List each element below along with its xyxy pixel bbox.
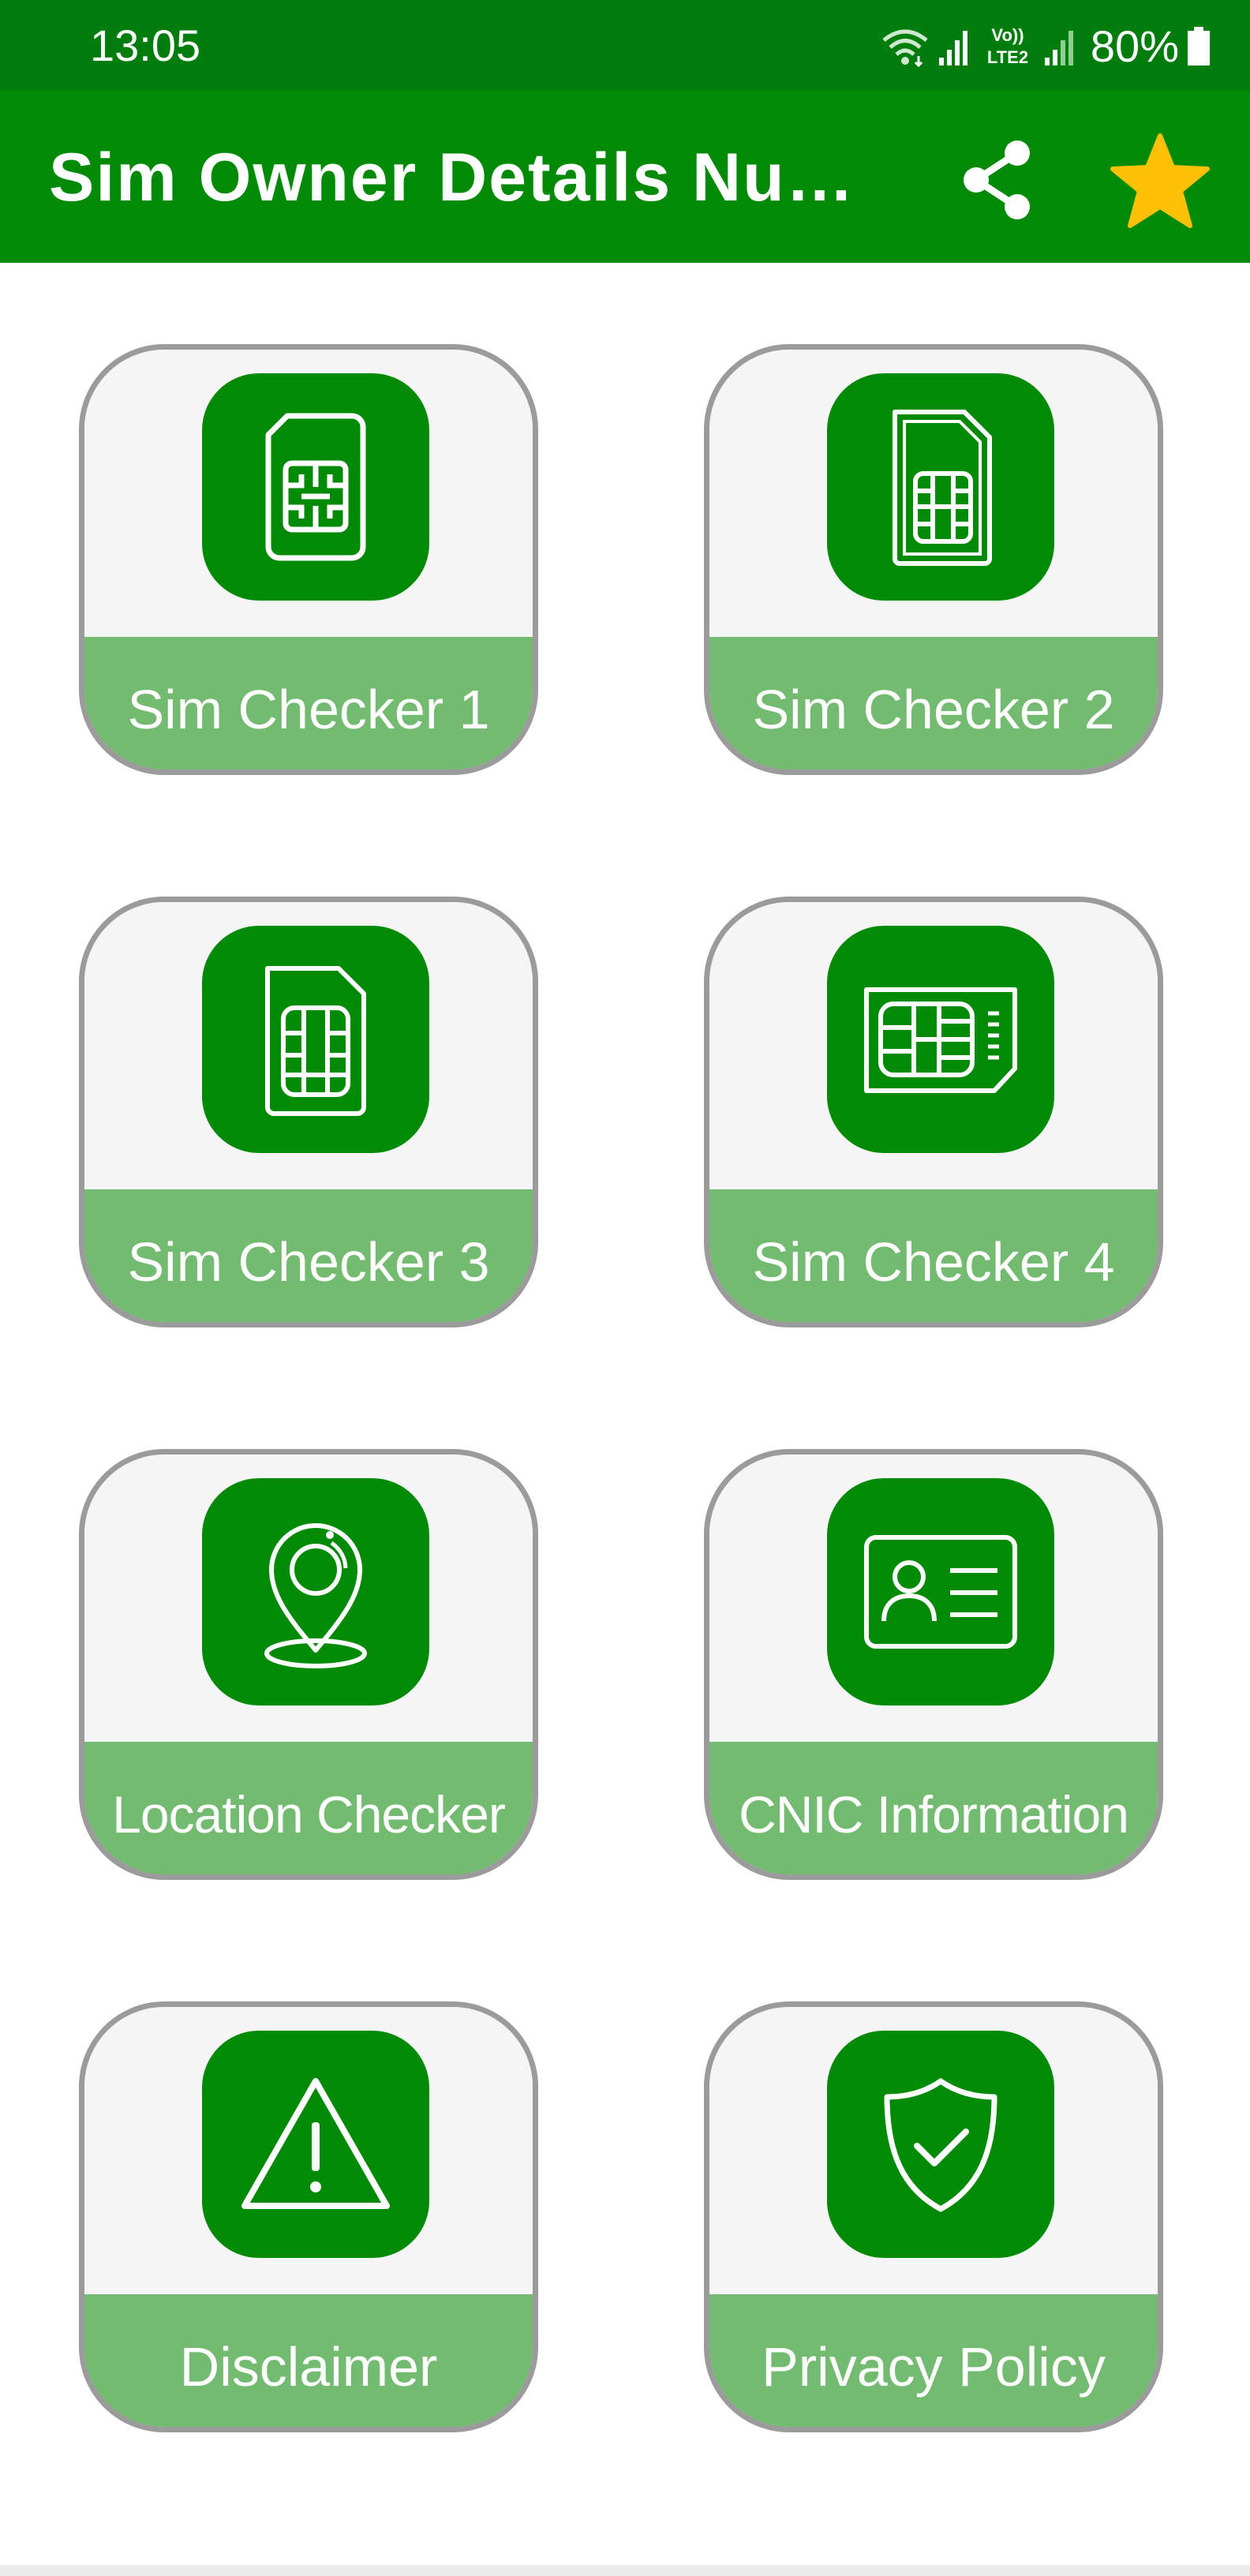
app-title: Sim Owner Details Number Checker [49,140,878,215]
card-label: Sim Checker 1 [127,679,490,740]
card-label: Privacy Policy [762,2336,1106,2398]
battery-icon [1188,27,1210,66]
card-sim-checker-3[interactable]: Sim Checker 3 [79,897,538,1327]
svg-text:Vo)): Vo)) [991,25,1024,45]
svg-text:LTE2: LTE2 [987,47,1028,67]
card-top [84,902,533,1189]
card-label-band: Location Checker [84,1742,533,1874]
id-card-icon [864,1535,1017,1649]
status-icons: Vo)) LTE2 80% [881,19,1211,74]
battery-percent: 80% [1090,21,1179,71]
status-bar: 13:05 Vo)) LTE2 80% [0,0,1250,91]
sim-card-icon [265,413,366,561]
sim-card-icon [864,987,1017,1093]
card-top [709,1455,1158,1742]
icon-tile [827,926,1054,1153]
volte-icon: Vo)) LTE2 [987,25,1028,67]
card-label: Sim Checker 2 [752,679,1115,740]
icon-tile [202,1478,429,1705]
icon-tile [202,926,429,1153]
card-label: Location Checker [112,1785,506,1844]
card-label-band: CNIC Information [709,1742,1158,1874]
app-bar: Sim Owner Details Number Checker [0,91,1250,263]
card-sim-checker-2[interactable]: Sim Checker 2 [704,344,1163,775]
card-top [84,1455,533,1742]
card-label-band: Sim Checker 3 [84,1189,533,1322]
sim-card-icon [893,410,992,566]
card-label-band: Privacy Policy [709,2294,1158,2427]
shield-check-icon [884,2078,997,2212]
icon-tile [827,373,1054,601]
icon-tile [827,1478,1054,1705]
rate-button[interactable] [1109,130,1211,233]
icon-tile [202,2031,429,2258]
wifi-icon [882,29,928,67]
star-icon [1110,133,1210,228]
card-label-band: Sim Checker 4 [709,1189,1158,1322]
card-top [84,350,533,637]
warning-icon [241,2078,390,2209]
card-label: Disclaimer [179,2336,438,2398]
card-label-band: Sim Checker 2 [709,637,1158,769]
card-cnic-information[interactable]: CNIC Information [704,1449,1163,1880]
card-label-band: Disclaimer [84,2294,533,2427]
card-label: CNIC Information [739,1785,1129,1844]
card-disclaimer[interactable]: Disclaimer [79,2001,538,2432]
card-privacy-policy[interactable]: Privacy Policy [704,2001,1163,2432]
card-location-checker[interactable]: Location Checker [79,1449,538,1880]
icon-tile [202,373,429,601]
location-pin-icon [264,1523,367,1668]
sim-card-icon [265,966,366,1116]
signal-2-icon [1044,31,1073,66]
icon-tile [827,2031,1054,2258]
card-sim-checker-4[interactable]: Sim Checker 4 [704,897,1163,1327]
share-icon [964,140,1030,219]
card-top [709,350,1158,637]
share-button[interactable] [951,134,1042,226]
signal-icon [938,31,967,66]
card-label: Sim Checker 4 [752,1231,1115,1293]
card-sim-checker-1[interactable]: Sim Checker 1 [79,344,538,775]
card-top [709,2007,1158,2294]
card-top [84,2007,533,2294]
card-top [709,902,1158,1189]
card-label: Sim Checker 3 [127,1231,490,1293]
navigation-bar-strip [0,2565,1250,2576]
status-time: 13:05 [90,21,201,70]
card-label-band: Sim Checker 1 [84,637,533,769]
